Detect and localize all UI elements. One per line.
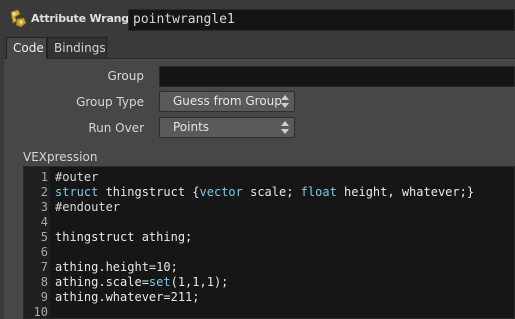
code-text: #endouter [55, 200, 120, 215]
code-token: thingstruct athing; [55, 230, 193, 244]
code-token: #outer [55, 170, 99, 184]
up-down-arrows-icon [281, 121, 289, 134]
node-type-label: Attribute Wrangle [31, 12, 140, 25]
run-over-label: Run Over [88, 121, 144, 135]
vex-code-editor[interactable]: 1 #outer 2 struct thingstruct {vector scale… [23, 166, 515, 319]
code-text: athing.whatever=211; [55, 290, 200, 305]
group-type-value: Guess from Group [173, 94, 282, 108]
code-token: athing.height=10; [55, 260, 178, 274]
code-token: thingstruct { [98, 185, 200, 199]
code-token: scale; [242, 185, 301, 199]
line-number: 4 [40, 215, 48, 229]
parameter-tabs: Code Bindings [0, 37, 515, 59]
code-token: #endouter [55, 200, 121, 214]
code-token: athing.whatever=211; [55, 290, 200, 304]
parameter-header: Attribute Wrangle pointwrangle1 [0, 0, 515, 37]
tab-bindings[interactable]: Bindings [47, 37, 107, 58]
group-type-label: Group Type [76, 95, 144, 109]
code-text: athing.height=10; [55, 260, 178, 275]
code-keyword: float [300, 185, 337, 199]
code-text: athing.scale=set(1,1,1); [55, 275, 228, 290]
line-number: 5 [40, 230, 48, 244]
line-number: 9 [40, 290, 48, 304]
run-over-value: Points [173, 120, 210, 134]
up-down-arrows-icon [281, 95, 289, 108]
code-text: struct thingstruct {vector scale; float … [55, 185, 474, 200]
line-number: 1 [40, 170, 48, 184]
wrangle-node-icon [10, 9, 27, 28]
tab-code[interactable]: Code [6, 37, 47, 59]
code-keyword: vector [199, 185, 243, 199]
group-type-menu[interactable]: Guess from Group [159, 91, 295, 112]
code-token: (1,1,1); [170, 275, 229, 289]
vexpression-label: VEXpression [23, 150, 98, 164]
code-token: height, whatever;} [336, 185, 475, 199]
code-keyword: struct [55, 185, 99, 199]
node-name-field[interactable]: pointwrangle1 [128, 9, 515, 31]
line-number: 7 [40, 260, 48, 274]
code-token: athing.scale= [55, 275, 149, 289]
run-over-menu[interactable]: Points [159, 117, 295, 138]
code-text: #outer [55, 170, 98, 185]
code-keyword: set [148, 275, 171, 289]
group-label: Group [107, 69, 144, 83]
line-number: 3 [40, 200, 48, 214]
line-number: 6 [40, 245, 48, 259]
code-text: thingstruct athing; [55, 230, 192, 245]
line-number: 8 [40, 275, 48, 289]
line-number: 10 [33, 305, 48, 319]
group-input[interactable] [159, 66, 515, 87]
line-number: 2 [40, 185, 48, 199]
